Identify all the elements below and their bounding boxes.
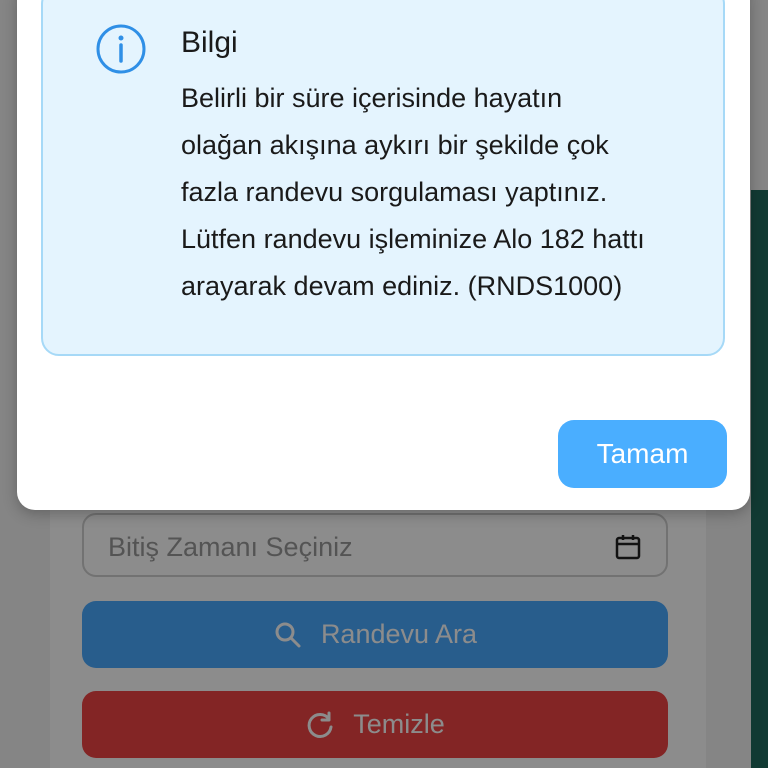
- info-icon: [95, 23, 147, 75]
- ok-button[interactable]: Tamam: [558, 420, 727, 488]
- info-dialog: Bilgi Belirli bir süre içerisinde hayatı…: [17, 0, 750, 510]
- dialog-title: Bilgi: [181, 26, 238, 59]
- info-alert: Bilgi Belirli bir süre içerisinde hayatı…: [41, 0, 725, 356]
- dialog-message: Belirli bir süre içerisinde hayatın olağ…: [181, 83, 645, 301]
